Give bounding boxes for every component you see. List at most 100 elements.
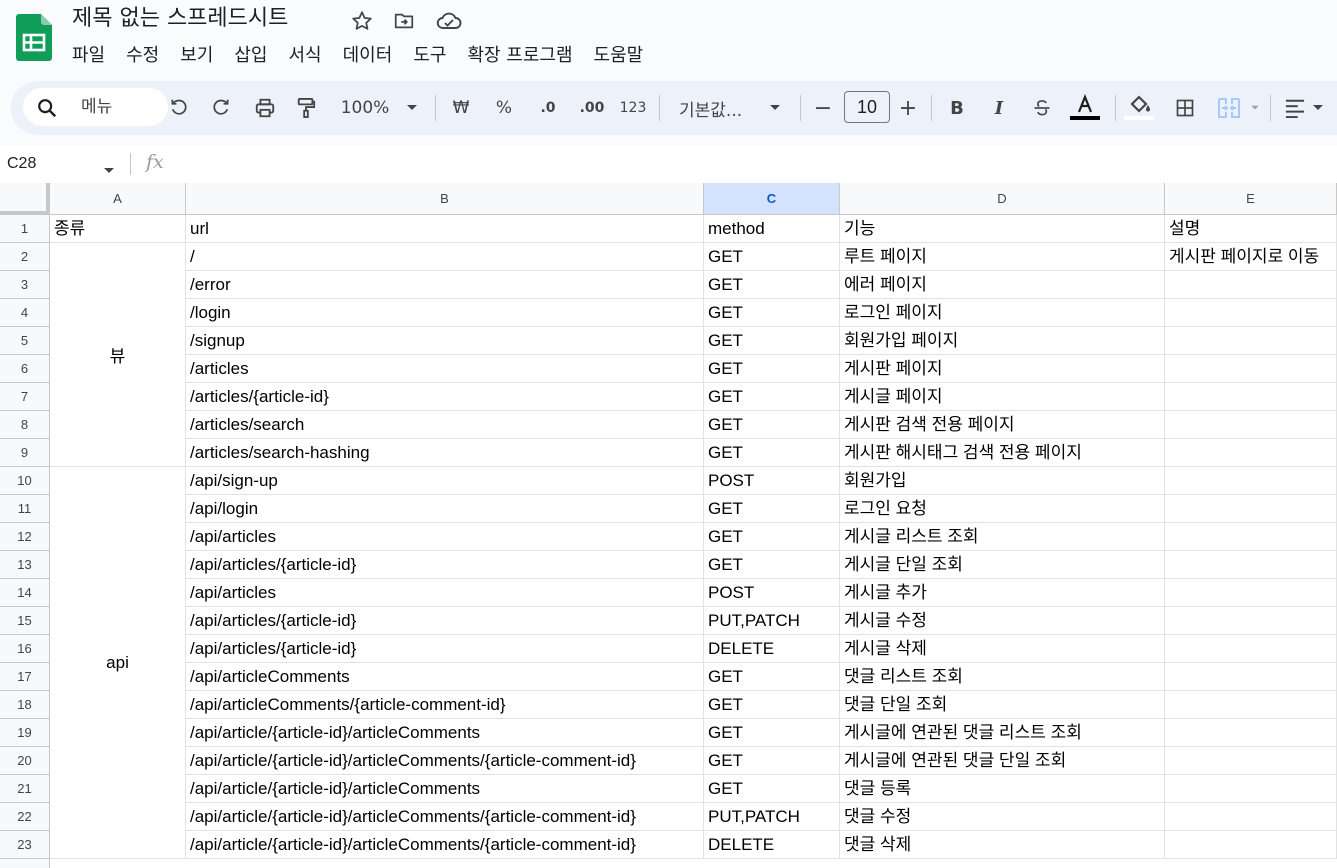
more-formats-button[interactable]: 123 xyxy=(618,94,648,122)
feature-cell[interactable]: 게시글 추가 xyxy=(840,579,1165,607)
url-cell[interactable]: /api/articles/{article-id} xyxy=(186,551,704,579)
row-header[interactable]: 6 xyxy=(0,355,50,383)
row-header[interactable]: 5 xyxy=(0,327,50,355)
feature-cell[interactable]: 게시판 해시태그 검색 전용 페이지 xyxy=(840,439,1165,467)
print-icon[interactable] xyxy=(253,94,277,122)
row-header[interactable]: 7 xyxy=(0,383,50,411)
header-cell[interactable]: url xyxy=(186,215,704,243)
feature-cell[interactable]: 게시판 검색 전용 페이지 xyxy=(840,411,1165,439)
row-header[interactable]: 14 xyxy=(0,579,50,607)
url-cell[interactable]: /articles/search xyxy=(186,411,704,439)
feature-cell[interactable]: 회원가입 페이지 xyxy=(840,327,1165,355)
url-cell[interactable]: /api/article/{article-id}/articleComment… xyxy=(186,775,704,803)
feature-cell[interactable]: 댓글 수정 xyxy=(840,803,1165,831)
method-cell[interactable]: GET xyxy=(704,775,840,803)
column-header-e[interactable]: E xyxy=(1165,183,1337,215)
font-family-select[interactable]: 기본값... xyxy=(679,94,763,122)
row-header[interactable]: 3 xyxy=(0,271,50,299)
method-cell[interactable]: GET xyxy=(704,747,840,775)
row-header[interactable]: 16 xyxy=(0,635,50,663)
description-cell[interactable]: 게시판 페이지로 이동 xyxy=(1165,243,1337,271)
decrease-decimal-button[interactable]: .0 xyxy=(533,94,563,122)
select-all-corner[interactable] xyxy=(0,183,50,215)
method-cell[interactable]: GET xyxy=(704,299,840,327)
method-cell[interactable]: GET xyxy=(704,691,840,719)
increase-font-size-button[interactable]: + xyxy=(898,94,918,122)
feature-cell[interactable]: 루트 페이지 xyxy=(840,243,1165,271)
method-cell[interactable]: PUT,PATCH xyxy=(704,607,840,635)
sheets-logo-icon[interactable] xyxy=(16,14,52,61)
cloud-saved-icon[interactable] xyxy=(436,10,462,32)
method-cell[interactable]: GET xyxy=(704,383,840,411)
row-header[interactable]: 22 xyxy=(0,803,50,831)
method-cell[interactable]: POST xyxy=(704,579,840,607)
description-cell[interactable] xyxy=(1165,299,1337,327)
description-cell[interactable] xyxy=(1165,663,1337,691)
url-cell[interactable]: / xyxy=(186,243,704,271)
method-cell[interactable]: GET xyxy=(704,411,840,439)
feature-cell[interactable]: 댓글 단일 조회 xyxy=(840,691,1165,719)
bold-icon[interactable]: B xyxy=(946,94,968,122)
zoom-dropdown-icon[interactable] xyxy=(405,94,419,122)
decrease-font-size-button[interactable]: − xyxy=(814,94,832,122)
description-cell[interactable] xyxy=(1165,383,1337,411)
url-cell[interactable]: /api/articles/{article-id} xyxy=(186,607,704,635)
row-header[interactable]: 13 xyxy=(0,551,50,579)
description-cell[interactable] xyxy=(1165,803,1337,831)
feature-cell[interactable]: 로그인 페이지 xyxy=(840,299,1165,327)
method-cell[interactable]: GET xyxy=(704,663,840,691)
method-cell[interactable]: DELETE xyxy=(704,635,840,663)
row-header[interactable]: 23 xyxy=(0,831,50,859)
description-cell[interactable] xyxy=(1165,327,1337,355)
url-cell[interactable]: /signup xyxy=(186,327,704,355)
description-cell[interactable] xyxy=(1165,467,1337,495)
spreadsheet-grid[interactable]: A B C D E 1 2 3 4 5 6 7 8 9 10 11 12 13 14 15 16 17 18 19 20 21 22… xyxy=(0,183,1337,868)
feature-cell[interactable]: 게시글에 연관된 댓글 리스트 조회 xyxy=(840,719,1165,747)
feature-cell[interactable]: 댓글 리스트 조회 xyxy=(840,663,1165,691)
url-cell[interactable]: /api/articleComments/{article-comment-id… xyxy=(186,691,704,719)
star-icon[interactable] xyxy=(351,10,373,32)
url-cell[interactable]: /api/article/{article-id}/articleComment… xyxy=(186,747,704,775)
menu-format[interactable]: 서식 xyxy=(289,42,333,70)
method-cell[interactable]: GET xyxy=(704,243,840,271)
increase-decimal-button[interactable]: .00 xyxy=(575,94,609,122)
method-cell[interactable]: GET xyxy=(704,271,840,299)
feature-cell[interactable]: 게시글 삭제 xyxy=(840,635,1165,663)
description-cell[interactable] xyxy=(1165,831,1337,859)
horizontal-align-icon[interactable] xyxy=(1282,94,1308,122)
header-cell[interactable]: 설명 xyxy=(1165,215,1337,243)
description-cell[interactable] xyxy=(1165,607,1337,635)
merged-category-cell[interactable]: api xyxy=(50,467,186,859)
url-cell[interactable]: /api/article/{article-id}/articleComment… xyxy=(186,803,704,831)
font-size-input[interactable]: 10 xyxy=(844,91,890,123)
redo-icon[interactable] xyxy=(210,94,232,122)
currency-format-button[interactable]: ₩ xyxy=(451,94,471,122)
column-header-b[interactable]: B xyxy=(186,183,704,215)
header-cell[interactable]: 종류 xyxy=(50,215,186,243)
name-box-dropdown-icon[interactable] xyxy=(103,160,115,179)
menu-file[interactable]: 파일 xyxy=(72,42,116,70)
description-cell[interactable] xyxy=(1165,719,1337,747)
description-cell[interactable] xyxy=(1165,355,1337,383)
row-header[interactable]: 2 xyxy=(0,243,50,271)
paint-format-icon[interactable] xyxy=(295,94,317,122)
menu-extensions[interactable]: 확장 프로그램 xyxy=(467,42,583,70)
description-cell[interactable] xyxy=(1165,271,1337,299)
menu-edit[interactable]: 수정 xyxy=(126,42,170,70)
row-header[interactable]: 19 xyxy=(0,719,50,747)
header-cell[interactable]: 기능 xyxy=(840,215,1165,243)
column-header-a[interactable]: A xyxy=(50,183,186,215)
percent-format-button[interactable]: % xyxy=(494,94,514,122)
method-cell[interactable]: GET xyxy=(704,551,840,579)
column-header-d[interactable]: D xyxy=(840,183,1165,215)
feature-cell[interactable]: 게시글 단일 조회 xyxy=(840,551,1165,579)
merge-dropdown-icon[interactable] xyxy=(1249,94,1261,122)
method-cell[interactable]: GET xyxy=(704,719,840,747)
feature-cell[interactable]: 에러 페이지 xyxy=(840,271,1165,299)
description-cell[interactable] xyxy=(1165,495,1337,523)
menu-view[interactable]: 보기 xyxy=(180,42,224,70)
document-title[interactable]: 제목 없는 스프레드시트 xyxy=(72,4,288,34)
url-cell[interactable]: /articles/{article-id} xyxy=(186,383,704,411)
url-cell[interactable]: /api/articles xyxy=(186,579,704,607)
method-cell[interactable]: GET xyxy=(704,355,840,383)
